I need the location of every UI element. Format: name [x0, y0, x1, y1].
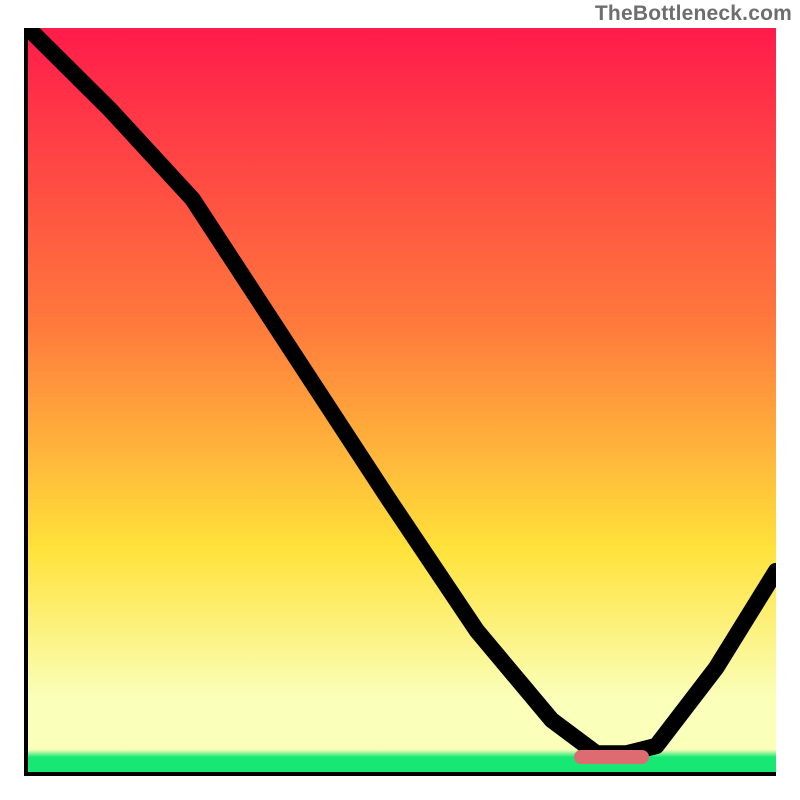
chart-container: TheBottleneck.com — [0, 0, 800, 800]
valley-marker — [574, 750, 649, 764]
plot-area — [24, 28, 776, 776]
watermark-text: TheBottleneck.com — [595, 2, 792, 26]
bottleneck-curve — [28, 28, 776, 772]
